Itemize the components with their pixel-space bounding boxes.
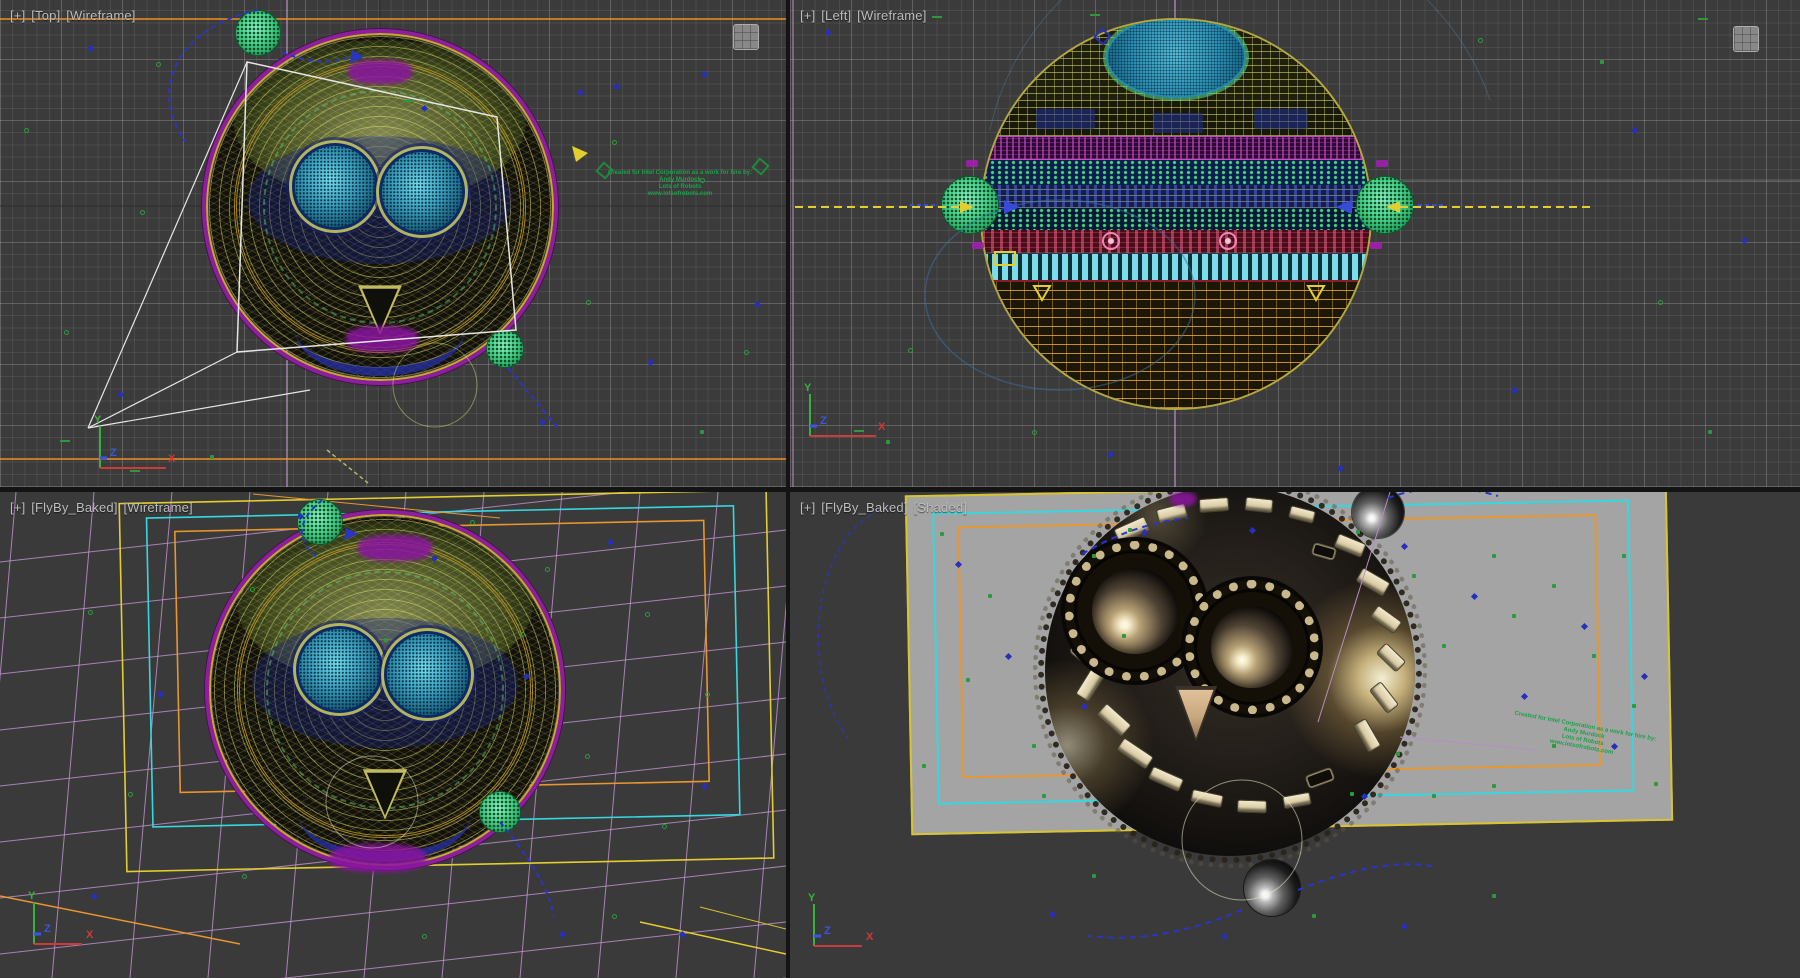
axis-y-label: Y: [808, 892, 816, 904]
scene-scatter-dot: [1221, 933, 1228, 940]
green-sphere[interactable]: [486, 330, 524, 368]
axis-x-label: X: [168, 453, 176, 465]
viewport-pov-menu[interactable]: [FlyBy_Baked]: [31, 500, 117, 515]
shaded-sphere-model[interactable]: [1045, 492, 1415, 856]
scene-scatter-dot: [679, 931, 686, 938]
scene-scatter-dot: [128, 792, 133, 797]
viewport-flyby-wireframe[interactable]: Y X Z [+] [FlyBy_Baked] [Wireframe]: [0, 492, 786, 978]
sphere-beak: [1173, 686, 1219, 742]
axis-gizmo: Y X Z: [86, 412, 178, 476]
scene-scatter-dot: [705, 692, 710, 697]
axis-x-label: X: [866, 931, 874, 943]
scene-scatter-dot: [585, 754, 590, 759]
axis-z-label: Z: [824, 925, 831, 937]
viewport-pov-menu[interactable]: [Left]: [821, 8, 851, 23]
viewport-grid: Created for Intel Corporation as a work …: [0, 0, 1800, 978]
viewport-label: [+] [Left] [Wireframe]: [800, 8, 929, 23]
green-sphere[interactable]: [1356, 176, 1414, 234]
axis-y-label: Y: [94, 414, 102, 426]
green-sphere[interactable]: [479, 791, 521, 833]
viewport-label: [+] [FlyBy_Baked] [Shaded]: [800, 500, 969, 515]
scene-scatter-dot: [559, 931, 566, 938]
axis-x-label: X: [878, 421, 886, 433]
viewport-label: [+] [Top] [Wireframe]: [10, 8, 138, 23]
scene-scatter-dot: [88, 610, 93, 615]
purple-cluster: [346, 326, 418, 352]
viewport-flyby-shaded[interactable]: Created for Intel Corporation as a work …: [790, 492, 1800, 978]
sphere-eye-left: [1065, 541, 1205, 681]
axis-x-label: X: [86, 929, 94, 941]
viewcube-icon[interactable]: [1733, 26, 1759, 52]
viewcube-icon[interactable]: [733, 24, 759, 50]
scene-scatter-dot: [662, 824, 667, 829]
green-sphere[interactable]: [297, 499, 343, 545]
sphere-dome-cap: [1106, 18, 1246, 98]
scene-scatter-dot: [470, 520, 475, 525]
viewport-pov-menu[interactable]: [FlyBy_Baked]: [821, 500, 907, 515]
viewport-label: [+] [FlyBy_Baked] [Wireframe]: [10, 500, 195, 515]
viewport-pov-menu[interactable]: [Top]: [31, 8, 60, 23]
attribution-line: Created for Intel Corporation as a work …: [605, 170, 755, 177]
scene-scatter-dot: [1312, 914, 1316, 918]
viewport-left[interactable]: Y X Z [+] [Left] [Wireframe]: [790, 0, 1800, 487]
scene-scatter-dot: [545, 567, 550, 572]
scene-scatter-dot: [607, 539, 614, 546]
viewport-shading-menu[interactable]: [Shaded]: [913, 500, 967, 515]
green-sphere[interactable]: [941, 176, 999, 234]
purple-cluster: [330, 844, 426, 872]
axis-z-label: Z: [44, 923, 51, 935]
viewport-shading-menu[interactable]: [Wireframe]: [123, 500, 192, 515]
scene-scatter-dot: [422, 934, 427, 939]
axis-z-label: Z: [110, 447, 117, 459]
axis-y-label: Y: [28, 890, 36, 902]
purple-cluster: [358, 535, 432, 561]
axis-gizmo: Y X Z: [20, 888, 112, 952]
viewport-general-menu[interactable]: [+]: [800, 500, 815, 515]
purple-cluster: [1170, 492, 1196, 506]
axis-y-label: Y: [804, 382, 812, 394]
viewport-general-menu[interactable]: [+]: [10, 8, 25, 23]
viewport-general-menu[interactable]: [+]: [800, 8, 815, 23]
attribution-line: Lots of Robots: [605, 184, 755, 191]
scene-scatter-dot: [157, 691, 164, 698]
axis-gizmo: Y X Z: [796, 380, 888, 444]
green-sphere[interactable]: [235, 10, 281, 56]
scene-scatter-dot: [1401, 923, 1408, 930]
viewport-shading-menu[interactable]: [Wireframe]: [66, 8, 135, 23]
attribution-line: Andy Murdock: [605, 177, 755, 184]
viewport-general-menu[interactable]: [+]: [10, 500, 25, 515]
axis-z-label: Z: [820, 415, 827, 427]
scene-scatter-dot: [1049, 911, 1056, 918]
scene-scatter-dot: [701, 783, 708, 790]
scene-scatter-dot: [1092, 874, 1096, 878]
scene-scatter-dot: [612, 914, 617, 919]
scene-scatter-dot: [645, 612, 650, 617]
scene-scatter-dot: [1492, 894, 1496, 898]
scene-scatter-dot: [242, 874, 247, 879]
attribution-text: Created for Intel Corporation as a work …: [605, 170, 755, 198]
axis-gizmo: Y X Z: [800, 890, 892, 954]
purple-cluster: [348, 60, 412, 84]
viewport-shading-menu[interactable]: [Wireframe]: [857, 8, 926, 23]
banded-sphere-model[interactable]: [980, 18, 1372, 410]
glossy-sphere[interactable]: [1244, 860, 1300, 916]
attribution-line: www.lotsofrobots.com: [605, 191, 755, 198]
viewport-top[interactable]: Created for Intel Corporation as a work …: [0, 0, 786, 487]
